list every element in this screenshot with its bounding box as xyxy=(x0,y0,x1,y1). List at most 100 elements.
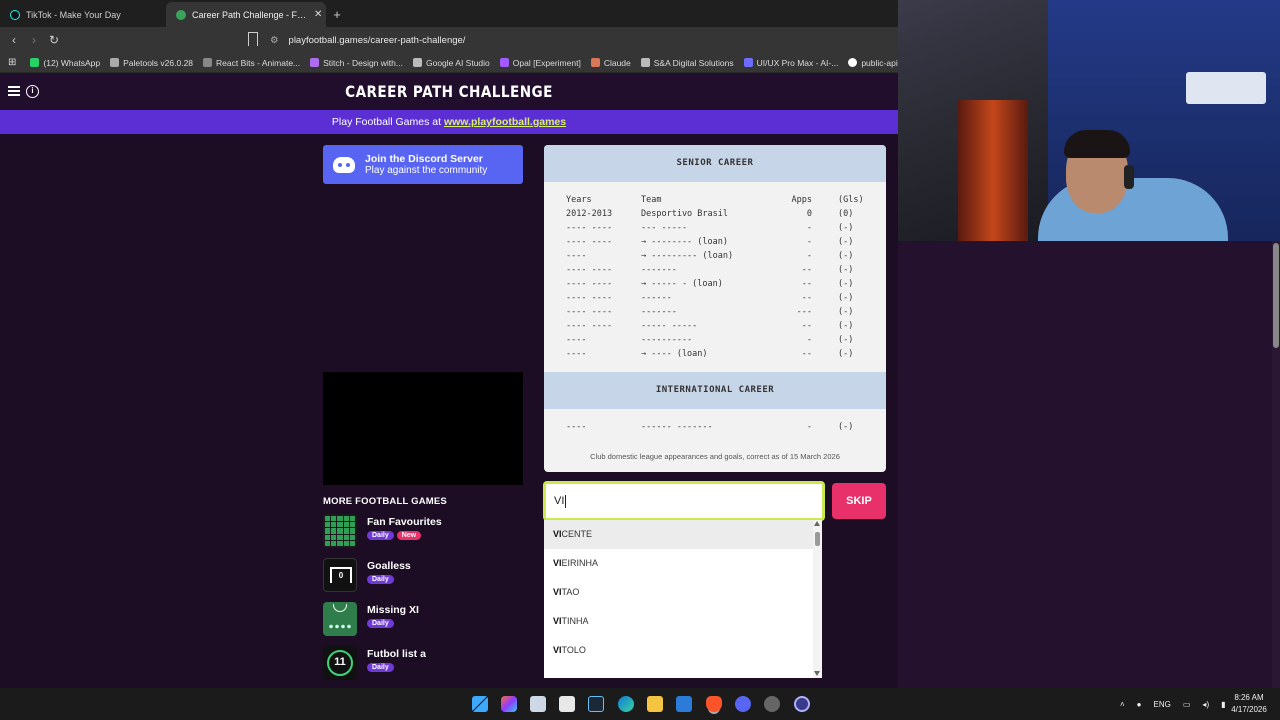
bookmark-item[interactable]: (12) WhatsApp xyxy=(30,58,100,68)
game-link-futbol-list[interactable]: 11 Futbol list a Daily xyxy=(323,646,523,684)
url-text: playfootball.games/career-path-challenge… xyxy=(288,34,466,46)
suggestion-item[interactable]: VIEIRINHA xyxy=(544,549,822,578)
new-tab-button[interactable]: + xyxy=(326,2,348,27)
globe-icon xyxy=(640,58,650,67)
ad-placeholder xyxy=(323,372,523,485)
game-name: Futbol list a xyxy=(367,648,426,660)
bookmark-item[interactable]: Stitch - Design with... xyxy=(310,58,403,68)
edge-icon[interactable] xyxy=(618,696,634,712)
bookmark-item[interactable]: Opal [Experiment] xyxy=(499,58,581,68)
close-tab-icon[interactable]: ✕ xyxy=(314,9,322,20)
apps-grid-icon[interactable]: ⊞ xyxy=(8,57,16,68)
vscode-icon[interactable] xyxy=(676,696,692,712)
address-bar-row: ‹ › ↻ ⚙ playfootball.games/career-path-c… xyxy=(0,27,898,53)
international-career-heading: INTERNATIONAL CAREER xyxy=(544,372,886,409)
forward-icon[interactable]: › xyxy=(24,33,44,47)
clock-date: 4/17/2026 xyxy=(1231,705,1267,714)
system-tray: ˄ ● ENG ▭ ◂) ▮ xyxy=(1120,688,1226,720)
bookmarks-bar: ⊞ (12) WhatsApp Paletools v26.0.28 React… xyxy=(0,53,898,73)
bookmark-item[interactable]: Claude xyxy=(590,58,631,68)
discord-title: Join the Discord Server xyxy=(365,153,483,165)
scroll-down-icon[interactable] xyxy=(814,671,820,676)
game-name: Missing XI xyxy=(367,604,419,616)
discord-button[interactable]: Join the Discord Server Play against the… xyxy=(323,145,523,184)
autocomplete-dropdown: VICENTE VIEIRINHA VITAO VITINHA VITOLO xyxy=(544,520,822,678)
goal-icon: 0 xyxy=(323,558,357,592)
table-row: 2012-2013 Desportivo Brasil 0 (0) xyxy=(566,209,854,219)
scroll-thumb[interactable] xyxy=(1273,243,1279,348)
daily-badge: Daily xyxy=(367,531,394,540)
grid-icon xyxy=(323,514,357,548)
store-icon[interactable] xyxy=(530,696,546,712)
whatsapp-icon xyxy=(30,58,40,67)
page-scrollbar[interactable] xyxy=(1272,241,1280,688)
table-row: ---- ------ ------- - (-) xyxy=(566,422,854,432)
guess-input[interactable]: VI xyxy=(543,481,825,521)
widgets-icon[interactable] xyxy=(501,696,517,712)
google-ai-icon xyxy=(412,58,422,67)
react-bits-icon xyxy=(203,58,213,67)
tab-career-path[interactable]: Career Path Challenge - Football ✕ xyxy=(166,2,326,27)
microphone-icon[interactable]: ● xyxy=(1137,700,1142,709)
bookmark-item[interactable]: Paletools v26.0.28 xyxy=(110,58,193,68)
language-indicator[interactable]: ENG xyxy=(1154,700,1171,709)
chevron-up-icon[interactable]: ˄ xyxy=(1120,700,1125,709)
discord-icon[interactable] xyxy=(735,696,751,712)
bookmark-item[interactable]: UI/UX Pro Max - AI-... xyxy=(743,58,838,68)
game-link-fan-favourites[interactable]: Fan Favourites Daily New xyxy=(323,514,523,552)
opal-icon xyxy=(499,58,509,67)
menu-icon[interactable] xyxy=(8,86,20,96)
notepad-icon[interactable] xyxy=(559,696,575,712)
discord-subtitle: Play against the community xyxy=(365,165,488,176)
dropdown-scrollbar[interactable] xyxy=(813,520,822,678)
browser-tab-strip: TikTok - Make Your Day Career Path Chall… xyxy=(0,0,898,27)
tiktok-icon xyxy=(10,9,20,20)
daily-badge: Daily xyxy=(367,663,394,672)
tab-tiktok[interactable]: TikTok - Make Your Day xyxy=(0,2,166,27)
discord-icon xyxy=(333,156,355,173)
page-title: CAREER PATH CHALLENGE xyxy=(345,82,553,101)
suggestion-item[interactable]: VITAO xyxy=(544,578,822,607)
suggestion-item[interactable]: VITOLO xyxy=(544,636,822,665)
steam-icon[interactable] xyxy=(588,696,604,712)
bookmark-icon[interactable] xyxy=(248,32,258,46)
suggestion-item[interactable]: VITINHA xyxy=(544,607,822,636)
suggestion-item[interactable]: VICENTE xyxy=(544,520,822,549)
info-icon[interactable]: i xyxy=(26,85,39,98)
game-name: Fan Favourites xyxy=(367,516,442,528)
game-link-goalless[interactable]: 0 Goalless Daily xyxy=(323,558,523,596)
back-icon[interactable]: ‹ xyxy=(4,33,24,47)
site-info-icon[interactable]: ⚙ xyxy=(270,35,279,46)
battery-icon[interactable]: ▮ xyxy=(1221,700,1225,709)
file-explorer-icon[interactable] xyxy=(647,696,663,712)
skip-button[interactable]: SKIP xyxy=(832,483,886,519)
app-icon[interactable] xyxy=(794,696,810,712)
banner-link[interactable]: www.playfootball.games xyxy=(444,116,566,128)
scroll-thumb[interactable] xyxy=(815,532,820,546)
bookmark-item[interactable]: React Bits - Animate... xyxy=(203,58,300,68)
site-favicon-icon xyxy=(176,9,186,20)
game-link-missing-xi[interactable]: Missing XI Daily xyxy=(323,602,523,640)
table-row: ---- ---- → -------- (loan) - (-) xyxy=(566,237,854,247)
career-card: SENIOR CAREER Years Team Apps (Gls) 2012-20… xyxy=(544,145,886,472)
tab-title: TikTok - Make Your Day xyxy=(26,9,121,20)
new-badge: New xyxy=(396,531,422,540)
bookmark-item[interactable]: S&A Digital Solutions xyxy=(640,58,734,68)
tab-title: Career Path Challenge - Football xyxy=(192,9,308,20)
webcam-person-hair xyxy=(1064,130,1130,158)
banner-text: Play Football Games at xyxy=(331,116,444,128)
settings-gear-icon[interactable] xyxy=(764,696,780,712)
webcam-overlay xyxy=(898,0,1280,241)
headset-icon xyxy=(1124,165,1134,189)
clock[interactable]: 8:26 AM 4/17/2026 xyxy=(1226,692,1272,716)
network-icon[interactable]: ▭ xyxy=(1183,700,1191,709)
bookmark-item[interactable]: Google AI Studio xyxy=(412,58,490,68)
url-field[interactable]: ⚙ playfootball.games/career-path-challen… xyxy=(270,31,890,49)
table-row: ---- ---- ------ -- (-) xyxy=(566,293,854,303)
reload-icon[interactable]: ↻ xyxy=(44,33,64,47)
brave-icon[interactable] xyxy=(706,696,722,712)
volume-icon[interactable]: ◂) xyxy=(1202,700,1209,709)
scroll-up-icon[interactable] xyxy=(814,521,820,526)
bookmark-item[interactable]: public-apis/ xyxy=(848,58,898,68)
start-icon[interactable] xyxy=(472,696,488,712)
